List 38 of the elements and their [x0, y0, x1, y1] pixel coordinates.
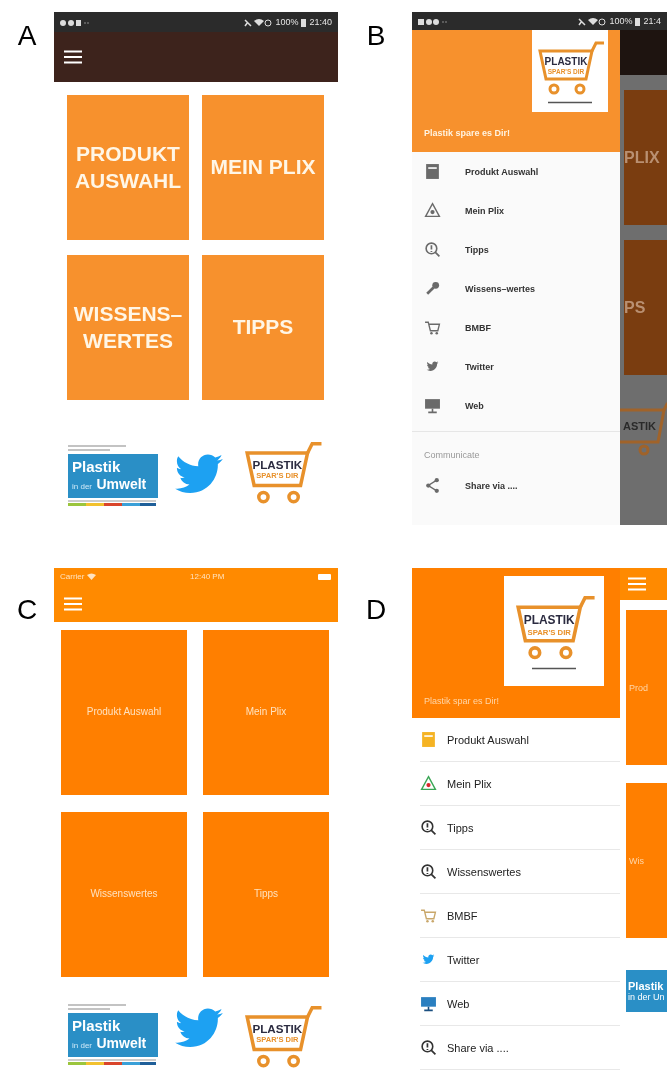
logo-subtitle: in der Un: [628, 992, 666, 1002]
menu-item[interactable]: Produkt Auswahl: [420, 718, 620, 762]
logo-text: SPAR'S DIR: [256, 1035, 299, 1045]
drawer-title: Plastik spar es Dir!: [423, 696, 500, 708]
menu-item[interactable]: Wissens–wertes: [412, 269, 620, 308]
logo-subtitle: in der: [72, 482, 92, 492]
logo-text: ASTIK: [623, 420, 656, 432]
menu-item[interactable]: Twitter: [412, 347, 620, 386]
logo-text: PLASTIK: [252, 1022, 303, 1036]
menu-item[interactable]: Produkt Auswahl: [412, 152, 620, 191]
battery-percentage: 100%: [275, 17, 299, 27]
logo-subtitle: in der: [72, 1041, 92, 1051]
logo-text: PLASTIK: [523, 612, 575, 627]
logo-subtitle: Umwelt: [96, 1035, 147, 1052]
menu-item[interactable]: Mein Plix: [412, 191, 620, 230]
menu-item[interactable]: Web: [412, 386, 620, 425]
panel-label: C: [15, 594, 39, 626]
menu-item[interactable]: Share via ....: [412, 466, 620, 505]
status-time: 12:40 PM: [190, 572, 225, 581]
status-time: 21:4: [643, 16, 661, 26]
logo-title: Plastik: [72, 1017, 122, 1035]
panel-label: A: [16, 20, 38, 52]
menu-item[interactable]: Tipps: [412, 230, 620, 269]
logo-subtitle: Umwelt: [96, 476, 147, 493]
drawer-title: Plastik spare es Dir!: [423, 128, 511, 140]
logo-text: SPAR'S DIR: [256, 471, 299, 481]
logo-title: Plastik: [628, 980, 665, 992]
logo-title: Plastik: [72, 458, 122, 476]
logo-text: SPAR'S DIR: [527, 627, 571, 637]
status-time: 21:40: [309, 17, 332, 27]
logo-text: PLASTIK: [252, 458, 303, 472]
battery-percentage: 100%: [609, 16, 633, 26]
panel-label: D: [364, 594, 388, 626]
section-title: Communicate: [424, 450, 480, 460]
logo-text: PLASTIK: [544, 55, 588, 67]
panel-label: B: [365, 20, 387, 52]
carrier-name: Carrier: [60, 572, 85, 581]
menu-item[interactable]: BMBF: [412, 308, 620, 347]
